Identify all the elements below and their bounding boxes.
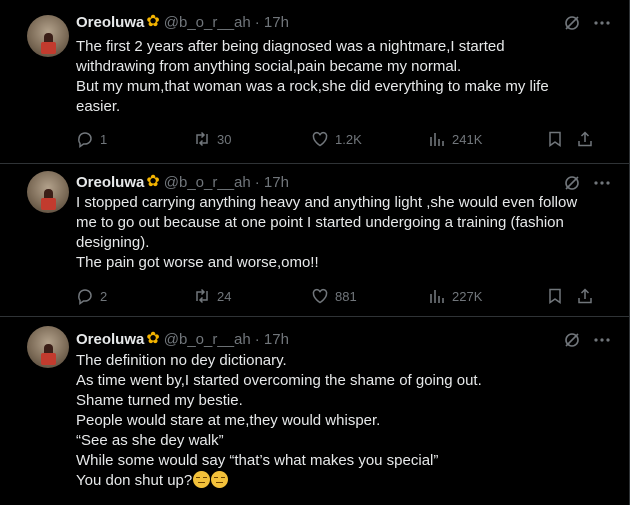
tweet-actions: 2 24 881 227K	[76, 286, 606, 306]
like-button[interactable]: 1.2K	[311, 129, 362, 149]
timestamp[interactable]: · 17h	[255, 14, 289, 31]
tweet-line: The first 2 years after being diagnosed …	[76, 38, 505, 55]
tweet-line: People would stare at me,they would whis…	[76, 412, 381, 429]
timestamp[interactable]: · 17h	[255, 174, 289, 191]
tweet-line: But my mum,that woman was a rock,she did…	[76, 78, 549, 95]
reply-button[interactable]: 2	[76, 286, 107, 306]
tweet-line: The pain got worse and worse,omo!!	[76, 254, 319, 271]
repost-count: 24	[217, 288, 232, 304]
reply-count: 2	[100, 288, 108, 304]
unamused-face-emoji	[193, 471, 211, 488]
heart-icon	[312, 131, 328, 147]
tweet-header: Oreoluwa ✿ @b_o_r__ah · 17h	[76, 12, 289, 32]
avatar[interactable]	[27, 326, 69, 368]
tweet-text: The first 2 years after being diagnosed …	[76, 37, 616, 117]
author-name[interactable]: Oreoluwa	[76, 331, 144, 348]
bookmark-button[interactable]	[546, 129, 564, 149]
tweet-actions: 1 30 1.2K 241K	[76, 129, 606, 149]
tweet-line: I stopped carrying anything heavy and an…	[76, 194, 578, 211]
avatar[interactable]	[27, 15, 69, 57]
views-count: 241K	[452, 131, 483, 147]
author-name[interactable]: Oreoluwa	[76, 174, 144, 191]
share-button[interactable]	[576, 286, 594, 306]
tweet-line: While some would say “that’s what makes …	[76, 452, 439, 469]
tweet-text: I stopped carrying anything heavy and an…	[76, 193, 616, 273]
reply-icon	[78, 289, 92, 305]
repost-icon	[196, 131, 208, 147]
tweet-top-actions	[563, 174, 611, 192]
tweet-text: The definition no dey dictionary. As tim…	[76, 351, 616, 491]
tweet-line: designing).	[76, 234, 150, 251]
tweet-header: Oreoluwa ✿ @b_o_r__ah · 17h	[76, 172, 289, 192]
repost-button[interactable]: 24	[193, 286, 231, 306]
share-button[interactable]	[576, 129, 594, 149]
more-icon[interactable]	[593, 174, 611, 192]
like-count: 881	[335, 288, 357, 304]
repost-count: 30	[217, 131, 232, 147]
like-count: 1.2K	[335, 131, 362, 147]
views-count: 227K	[452, 288, 483, 304]
avatar[interactable]	[27, 171, 69, 213]
heart-icon	[312, 288, 328, 304]
repost-icon	[196, 288, 208, 304]
sunflower-badge-icon: ✿	[146, 13, 160, 30]
tweet-line: Shame turned my bestie.	[76, 392, 243, 409]
tweet-line: You don shut up?	[76, 472, 193, 489]
more-icon[interactable]	[593, 14, 611, 32]
tweet-line: easier.	[76, 98, 121, 115]
reply-count: 1	[100, 131, 108, 147]
grok-icon[interactable]	[563, 174, 581, 192]
tweet-header: Oreoluwa ✿ @b_o_r__ah · 17h	[76, 329, 289, 349]
views-button[interactable]: 227K	[428, 286, 482, 306]
repost-button[interactable]: 30	[193, 129, 231, 149]
sunflower-badge-icon: ✿	[146, 173, 160, 190]
timestamp[interactable]: · 17h	[255, 331, 289, 348]
bookmark-button[interactable]	[546, 286, 564, 306]
like-button[interactable]: 881	[311, 286, 357, 306]
tweet-line: As time went by,I started overcoming the…	[76, 372, 482, 389]
author-handle[interactable]: @b_o_r__ah	[164, 174, 251, 191]
tweet-1[interactable]: Oreoluwa ✿ @b_o_r__ah · 17h The first 2 …	[0, 0, 629, 164]
share-icon	[578, 288, 592, 304]
views-icon	[430, 133, 444, 146]
reply-button[interactable]: 1	[76, 129, 107, 149]
reply-icon	[78, 132, 92, 148]
tweet-line: The definition no dey dictionary.	[76, 352, 287, 369]
tweet-top-actions	[563, 331, 611, 349]
grok-icon[interactable]	[563, 331, 581, 349]
views-icon	[430, 290, 444, 303]
author-name[interactable]: Oreoluwa	[76, 14, 144, 31]
bookmark-icon	[549, 131, 561, 147]
unamused-face-emoji	[211, 471, 229, 488]
tweet-line: me to go out because at one point I star…	[76, 214, 564, 231]
grok-icon[interactable]	[563, 14, 581, 32]
author-handle[interactable]: @b_o_r__ah	[164, 331, 251, 348]
tweet-line: “See as she dey walk”	[76, 432, 224, 449]
views-button[interactable]: 241K	[428, 129, 482, 149]
timeline: Oreoluwa ✿ @b_o_r__ah · 17h The first 2 …	[0, 0, 630, 505]
share-icon	[578, 131, 592, 147]
tweet-line: withdrawing from anything social,pain be…	[76, 58, 462, 75]
sunflower-badge-icon: ✿	[146, 330, 160, 347]
more-icon[interactable]	[593, 331, 611, 349]
bookmark-icon	[549, 288, 561, 304]
tweet-3[interactable]: Oreoluwa ✿ @b_o_r__ah · 17h The definiti…	[0, 317, 629, 505]
tweet-top-actions	[563, 14, 611, 32]
tweet-last-line: You don shut up?	[76, 471, 616, 491]
tweet-2[interactable]: Oreoluwa ✿ @b_o_r__ah · 17h I stopped ca…	[0, 164, 629, 317]
author-handle[interactable]: @b_o_r__ah	[164, 14, 251, 31]
